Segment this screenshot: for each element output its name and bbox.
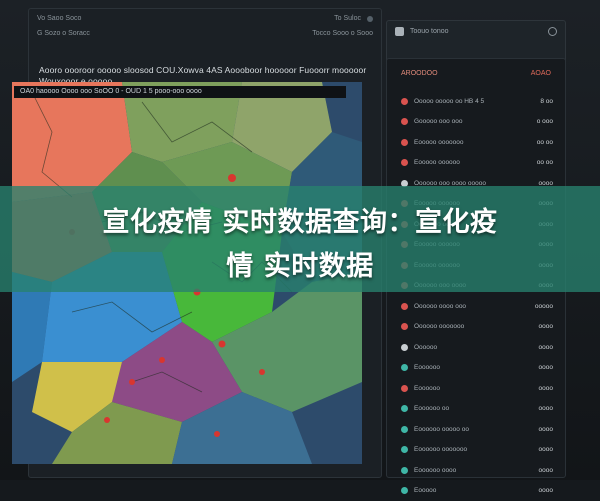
outbreak-marker[interactable] xyxy=(159,357,165,363)
list-item-value: oo oo xyxy=(537,139,553,146)
list-item-lead: Gooooo ooo ooo xyxy=(401,118,462,125)
status-dot-icon xyxy=(401,323,408,330)
list-item-label: Eooooo oooooo xyxy=(414,159,460,166)
list-item-label: Eooooo xyxy=(414,487,436,494)
list-item-value: oooo xyxy=(539,344,553,351)
outbreak-marker[interactable] xyxy=(259,369,265,375)
list-item-lead: Eoooooo ooooo oo xyxy=(401,426,469,433)
list-item-value: oooo xyxy=(539,446,553,453)
list-item-lead: Ooooo ooooo oo HB 4 5 xyxy=(401,98,484,105)
outbreak-marker[interactable] xyxy=(214,431,220,437)
list-item-lead: Oooooo oooo ooo xyxy=(401,303,466,310)
list-item[interactable]: Eooooo ooooooo oo oo xyxy=(401,132,553,153)
list-item-value: oooo xyxy=(539,405,553,412)
header-right-text: To Suloc xyxy=(334,15,361,22)
list-item-value: oooo xyxy=(539,385,553,392)
app-logo-icon xyxy=(395,27,404,36)
list-item-lead: Oooooo ooooooo xyxy=(401,323,464,330)
list-item-value: oooo xyxy=(539,323,553,330)
status-dot-icon xyxy=(401,118,408,125)
list-item-lead: Oooooo xyxy=(401,344,437,351)
list-item-lead: Eoooooo oooo xyxy=(401,467,456,474)
header-sub-right: Tocco Sooo o Sooo xyxy=(312,30,373,37)
list-item[interactable]: Eoooooo ooooooo oooo xyxy=(401,440,553,461)
status-dot-icon xyxy=(401,405,408,412)
settings-icon[interactable] xyxy=(548,27,557,36)
list-item-value: oooo xyxy=(539,467,553,474)
list-item-value: oo oo xyxy=(537,159,553,166)
status-dot-icon xyxy=(401,467,408,474)
list-item-label: Gooooo ooo ooo xyxy=(414,118,462,125)
header-left-text: Vo Saoo Soco xyxy=(37,15,81,22)
status-dot-icon xyxy=(401,364,408,371)
list-item-label: Ooooo ooooo oo HB 4 5 xyxy=(414,98,484,105)
list-item-label: Oooooo oooo ooo xyxy=(414,303,466,310)
status-dot-icon xyxy=(401,487,408,494)
list-item-value: oooo xyxy=(539,364,553,371)
outbreak-marker[interactable] xyxy=(219,341,226,348)
list-item-lead: Eooooo xyxy=(401,487,436,494)
banner-title-line-2: 情 实时数据 xyxy=(0,244,600,283)
list-item[interactable]: Eoooooo oooo xyxy=(401,378,553,399)
list-item-value: oooo xyxy=(539,487,553,494)
map-info-bar: OA0 haoooo Oooo ooo SoOO 0 - OUD 1 5 poo… xyxy=(14,86,346,98)
list-item-label: Eooooo ooooooo xyxy=(414,139,464,146)
list-item[interactable]: Eooooo oooo xyxy=(401,481,553,501)
status-dot-icon xyxy=(401,98,408,105)
status-dot-icon xyxy=(401,344,408,351)
banner-title-line-1: 宣化疫情 实时数据查询：宣化疫 xyxy=(0,200,600,239)
list-item-label: Eoooooo xyxy=(414,364,440,371)
header-sub-left: G Sozo o Soracc xyxy=(37,30,90,37)
stats-rows: Ooooo ooooo oo HB 4 5 8 oo Gooooo ooo ooo o… xyxy=(401,91,553,501)
list-item[interactable]: Oooooo oooo ooo ooooo xyxy=(401,296,553,317)
list-item-label: Eoooooo oo xyxy=(414,405,449,412)
list-item-label: Oooooo ooooooo xyxy=(414,323,464,330)
list-item[interactable]: Eoooooo oooo xyxy=(401,358,553,379)
right-header-text: Toouo tonoo xyxy=(410,28,449,35)
list-item[interactable]: Gooooo ooo ooo o ooo xyxy=(401,112,553,133)
list-item[interactable]: Eoooooo oooo oooo xyxy=(401,460,553,481)
status-dot-icon xyxy=(401,159,408,166)
monitor-screen: Vo Saoo Soco To Suloc G Sozo o Soracc To… xyxy=(0,0,600,480)
list-item-label: Eoooooo oooo xyxy=(414,467,456,474)
status-dot-icon xyxy=(367,16,373,22)
list-item-label: Oooooo xyxy=(414,344,437,351)
list-item-lead: Eooooo oooooo xyxy=(401,159,460,166)
list-item-value: o ooo xyxy=(537,118,553,125)
list-item[interactable]: Eoooooo ooooo oo oooo xyxy=(401,419,553,440)
outbreak-marker[interactable] xyxy=(129,379,135,385)
list-item[interactable]: Eooooo oooooo oo oo xyxy=(401,153,553,174)
list-item-lead: Eoooooo xyxy=(401,385,440,392)
list-item-value: 8 oo xyxy=(540,98,553,105)
status-dot-icon xyxy=(401,446,408,453)
list-item-label: Eoooooo xyxy=(414,385,440,392)
list-item-label: Eoooooo ooooo oo xyxy=(414,426,469,433)
list-item[interactable]: Oooooo oooo xyxy=(401,337,553,358)
outbreak-marker[interactable] xyxy=(104,417,110,423)
status-dot-icon xyxy=(401,426,408,433)
map-panel-header: Vo Saoo Soco To Suloc G Sozo o Soracc To… xyxy=(37,15,373,59)
status-dot-icon xyxy=(401,139,408,146)
stats-list-header: AROODOO AOAO xyxy=(401,67,551,79)
list-title-right: AOAO xyxy=(531,70,551,77)
list-item-lead: Eoooooo xyxy=(401,364,440,371)
list-item-value: ooooo xyxy=(535,303,553,310)
list-item[interactable]: Ooooo ooooo oo HB 4 5 8 oo xyxy=(401,91,553,112)
list-item-lead: Eooooo ooooooo xyxy=(401,139,464,146)
list-item-value: oooo xyxy=(539,426,553,433)
list-item-label: Eoooooo ooooooo xyxy=(414,446,467,453)
status-dot-icon xyxy=(401,303,408,310)
list-item-lead: Eoooooo oo xyxy=(401,405,449,412)
list-item-lead: Eoooooo ooooooo xyxy=(401,446,467,453)
outbreak-marker[interactable] xyxy=(228,174,236,182)
list-item[interactable]: Eoooooo oo oooo xyxy=(401,399,553,420)
status-dot-icon xyxy=(401,385,408,392)
list-item[interactable]: Oooooo ooooooo oooo xyxy=(401,317,553,338)
list-title-left: AROODOO xyxy=(401,70,438,77)
